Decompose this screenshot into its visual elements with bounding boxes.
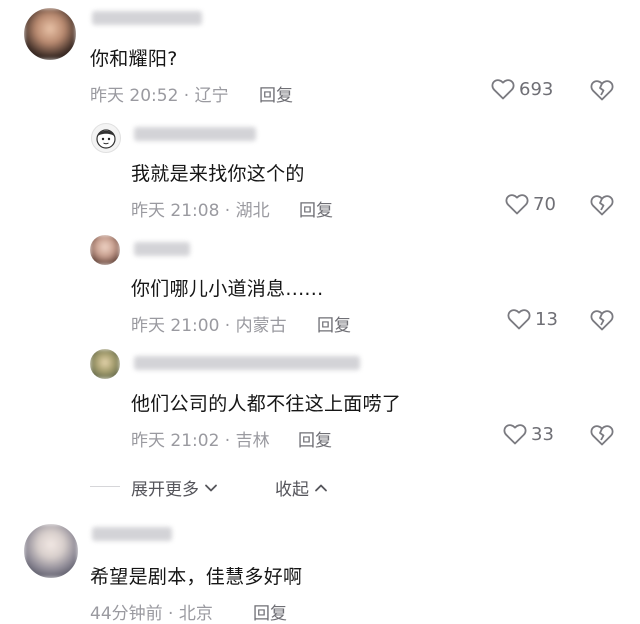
divider (90, 486, 120, 487)
heart-outline-icon (491, 78, 515, 100)
chevron-up-icon (313, 480, 329, 496)
comment-time-location: 昨天 21:08 · 湖北 (131, 201, 270, 221)
reply-button[interactable]: 回复 (253, 599, 287, 624)
like-count: 70 (533, 193, 556, 215)
comment-time-location: 昨天 21:02 · 吉林 (131, 431, 270, 451)
broken-heart-icon[interactable] (590, 424, 614, 446)
comment-time-location: 44分钟前 · 北京 (90, 604, 213, 624)
chevron-down-icon (203, 480, 219, 496)
collapse-button[interactable]: 收起 (275, 475, 329, 500)
reply-button[interactable]: 回复 (317, 311, 351, 336)
username-blurred[interactable] (134, 127, 256, 141)
broken-heart-icon[interactable] (590, 309, 614, 331)
like-button[interactable]: 70 (505, 193, 556, 215)
like-button[interactable]: 13 (507, 308, 558, 330)
avatar[interactable] (24, 8, 76, 60)
broken-heart-icon[interactable] (590, 194, 614, 216)
username-blurred[interactable] (92, 527, 172, 541)
like-button[interactable]: 693 (491, 78, 553, 100)
avatar[interactable] (24, 524, 78, 578)
comment-text: 你们哪儿小道消息...... (131, 278, 324, 300)
comment-time-location: 昨天 20:52 · 辽宁 (90, 86, 229, 106)
like-count: 693 (519, 78, 554, 100)
reply-button[interactable]: 回复 (259, 81, 293, 106)
comment-text: 我就是来找你这个的 (131, 163, 305, 185)
comment-text: 希望是剧本，佳慧多好啊 (90, 566, 303, 588)
avatar[interactable] (91, 123, 121, 153)
heart-outline-icon (507, 308, 531, 330)
username-blurred[interactable] (92, 11, 202, 25)
comment-text: 他们公司的人都不往这上面唠了 (131, 393, 402, 415)
heart-outline-icon (503, 423, 527, 445)
collapse-label: 收起 (275, 480, 309, 500)
avatar[interactable] (90, 349, 120, 379)
username-blurred[interactable] (134, 242, 190, 256)
reply-button[interactable]: 回复 (299, 196, 333, 221)
expand-more-label: 展开更多 (131, 480, 199, 500)
like-count: 33 (531, 423, 554, 445)
comment-time-location: 昨天 21:00 · 内蒙古 (131, 316, 287, 336)
username-blurred[interactable] (134, 356, 360, 370)
reply-button[interactable]: 回复 (298, 426, 332, 451)
comment-text: 你和耀阳? (90, 48, 178, 70)
broken-heart-icon[interactable] (590, 79, 614, 101)
expand-more-button[interactable]: 展开更多 (131, 475, 219, 500)
avatar[interactable] (90, 235, 120, 265)
like-count: 13 (535, 308, 558, 330)
heart-outline-icon (505, 193, 529, 215)
like-button[interactable]: 33 (503, 423, 554, 445)
